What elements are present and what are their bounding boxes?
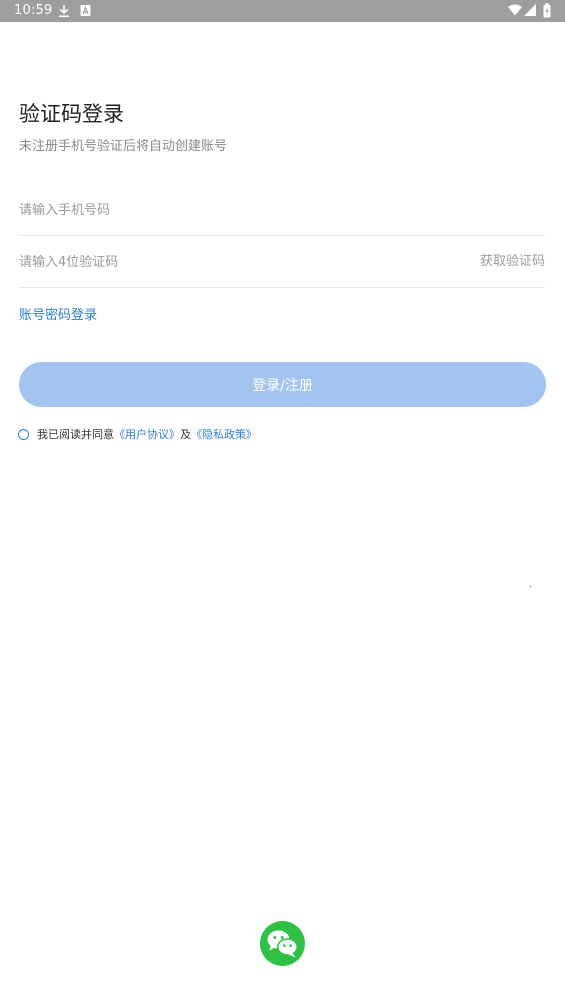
notification-a-icon xyxy=(80,5,91,16)
agreement-row: 我已阅读并同意 《用户协议》 及 《隐私政策》 xyxy=(18,426,257,442)
agreement-checkbox[interactable] xyxy=(18,428,29,440)
status-bar: 10:59 xyxy=(0,0,565,22)
phone-field-row xyxy=(19,185,545,236)
page-subtitle: 未注册手机号验证后将自动创建账号 xyxy=(19,139,228,154)
wechat-login-button[interactable] xyxy=(260,921,305,966)
page-title: 验证码登录 xyxy=(19,102,124,126)
stray-dot xyxy=(530,586,531,587)
agreement-conjunction: 及 xyxy=(180,428,191,441)
verification-code-input[interactable] xyxy=(19,251,419,273)
download-icon xyxy=(59,5,69,18)
code-field-row: 获取验证码 xyxy=(19,237,545,288)
user-agreement-link[interactable]: 《用户协议》 xyxy=(114,426,180,442)
agreement-prefix: 我已阅读并同意 xyxy=(37,428,114,441)
status-time: 10:59 xyxy=(14,3,53,18)
login-register-button[interactable]: 登录/注册 xyxy=(19,362,546,407)
account-password-login-link[interactable]: 账号密码登录 xyxy=(19,307,97,325)
wechat-icon xyxy=(267,930,299,958)
phone-input[interactable] xyxy=(19,199,419,221)
get-code-button[interactable]: 获取验证码 xyxy=(480,254,545,270)
wifi-icon xyxy=(508,4,522,16)
privacy-policy-link[interactable]: 《隐私政策》 xyxy=(191,426,257,442)
signal-icon xyxy=(524,4,536,16)
battery-icon xyxy=(543,3,551,18)
